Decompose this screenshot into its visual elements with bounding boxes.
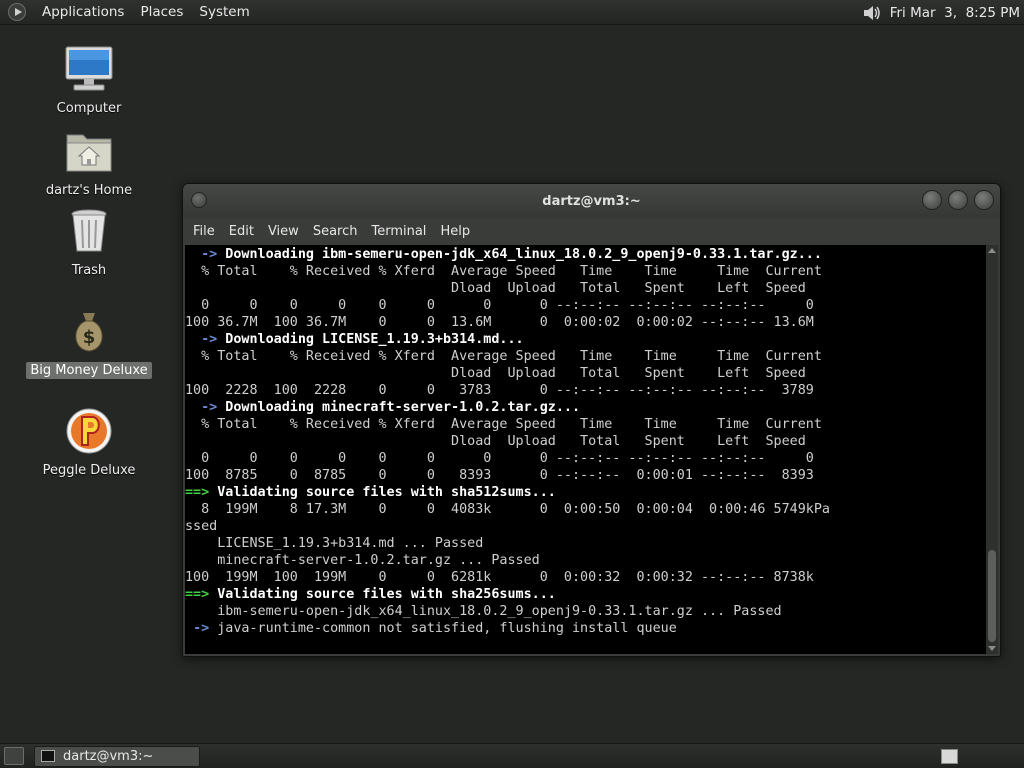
- terminal-line: -> java-runtime-common not satisfied, fl…: [193, 621, 677, 636]
- desktop-icon-label: Trash: [71, 263, 107, 278]
- svg-text:$: $: [83, 327, 96, 348]
- terminal-line: 0 0 0 0 0 0 0 0 --:--:-- --:--:-- --:--:…: [185, 451, 814, 466]
- terminal-line: ==> Validating source files with sha256s…: [185, 587, 556, 602]
- menu-help[interactable]: Help: [433, 224, 477, 239]
- desktop-icon-computer[interactable]: Computer: [29, 44, 149, 117]
- menu-file[interactable]: File: [186, 224, 222, 239]
- home-folder-icon: [64, 126, 114, 176]
- terminal-line: ibm-semeru-open-jdk_x64_linux_18.0.2_9_o…: [185, 604, 782, 619]
- desktop-icon-label: Big Money Deluxe: [26, 362, 152, 379]
- terminal-line: % Total % Received % Xferd Average Speed…: [185, 417, 822, 432]
- terminal-line: 100 36.7M 100 36.7M 0 0 13.6M 0 0:00:02 …: [185, 315, 814, 330]
- terminal-icon: [41, 750, 55, 762]
- terminal-menubar: File Edit View Search Terminal Help: [183, 218, 1000, 244]
- terminal-line: minecraft-server-1.0.2.tar.gz ... Passed: [185, 553, 540, 568]
- terminal-window: dartz@vm3:~ File Edit View Search Termin…: [182, 183, 1001, 657]
- menu-edit[interactable]: Edit: [222, 224, 261, 239]
- desktop-icon-home[interactable]: dartz's Home: [29, 126, 149, 199]
- terminal-output[interactable]: -> Downloading ibm-semeru-open-jdk_x64_l…: [185, 245, 988, 654]
- menu-search[interactable]: Search: [306, 224, 365, 239]
- terminal-line: 8 199M 8 17.3M 0 0 4083k 0 0:00:50 0:00:…: [185, 502, 830, 517]
- title-bar[interactable]: dartz@vm3:~: [183, 184, 1000, 218]
- terminal-line: 100 199M 100 199M 0 0 6281k 0 0:00:32 0:…: [185, 570, 814, 585]
- taskbar-item-terminal[interactable]: dartz@vm3:~: [34, 745, 200, 767]
- scroll-up-icon[interactable]: [988, 248, 996, 253]
- terminal-line: Dload Upload Total Spent Left Speed: [185, 434, 806, 449]
- volume-icon[interactable]: [862, 4, 882, 22]
- window-title: dartz@vm3:~: [542, 193, 641, 209]
- trash-icon: [64, 206, 114, 256]
- terminal-line: Dload Upload Total Spent Left Speed: [185, 366, 806, 381]
- terminal-line: 0 0 0 0 0 0 0 0 --:--:-- --:--:-- --:--:…: [185, 298, 814, 313]
- desktop-icon-peggle[interactable]: Peggle Deluxe: [29, 406, 149, 479]
- computer-icon: [64, 44, 114, 94]
- system-menu[interactable]: System: [191, 0, 257, 25]
- close-button[interactable]: [974, 190, 994, 210]
- terminal-line: 100 2228 100 2228 0 0 3783 0 --:--:-- --…: [185, 383, 814, 398]
- terminal-line: ssed: [185, 519, 218, 534]
- bottom-panel: dartz@vm3:~: [0, 743, 1024, 768]
- money-bag-icon: $: [64, 306, 114, 356]
- scroll-thumb[interactable]: [988, 550, 996, 642]
- applications-menu[interactable]: Applications: [34, 0, 132, 25]
- window-menu-icon[interactable]: [191, 192, 207, 208]
- terminal-line: -> Downloading minecraft-server-1.0.2.ta…: [201, 400, 581, 415]
- desktop-icon-big-money[interactable]: $ Big Money Deluxe: [26, 306, 152, 379]
- terminal-line: 100 8785 0 8785 0 0 8393 0 --:--:-- 0:00…: [185, 468, 814, 483]
- workspace-switcher[interactable]: [941, 749, 958, 764]
- terminal-line: Dload Upload Total Spent Left Speed: [185, 281, 806, 296]
- desktop-icon-label: dartz's Home: [45, 183, 133, 198]
- desktop-icon-trash[interactable]: Trash: [29, 206, 149, 279]
- scroll-down-icon[interactable]: [988, 646, 996, 651]
- menu-terminal[interactable]: Terminal: [364, 224, 433, 239]
- minimize-button[interactable]: [922, 190, 942, 210]
- gnome-foot-icon[interactable]: [8, 3, 26, 21]
- terminal-line: -> Downloading ibm-semeru-open-jdk_x64_l…: [201, 247, 822, 262]
- terminal-scrollbar[interactable]: [986, 245, 998, 654]
- show-desktop-icon[interactable]: [4, 747, 24, 765]
- top-panel: Applications Places System Fri Mar 3, 8:…: [0, 0, 1024, 25]
- maximize-button[interactable]: [948, 190, 968, 210]
- menu-view[interactable]: View: [261, 224, 306, 239]
- peggle-icon: [64, 406, 114, 456]
- terminal-line: % Total % Received % Xferd Average Speed…: [185, 264, 822, 279]
- taskbar-item-label: dartz@vm3:~: [63, 748, 154, 764]
- desktop-icon-label: Computer: [56, 101, 122, 116]
- terminal-line: -> Downloading LICENSE_1.19.3+b314.md...: [201, 332, 524, 347]
- clock[interactable]: Fri Mar 3, 8:25 PM: [890, 5, 1020, 21]
- desktop-icon-label: Peggle Deluxe: [42, 463, 136, 478]
- terminal-line: LICENSE_1.19.3+b314.md ... Passed: [185, 536, 484, 551]
- terminal-line: % Total % Received % Xferd Average Speed…: [185, 349, 822, 364]
- places-menu[interactable]: Places: [132, 0, 191, 25]
- terminal-line: ==> Validating source files with sha512s…: [185, 485, 556, 500]
